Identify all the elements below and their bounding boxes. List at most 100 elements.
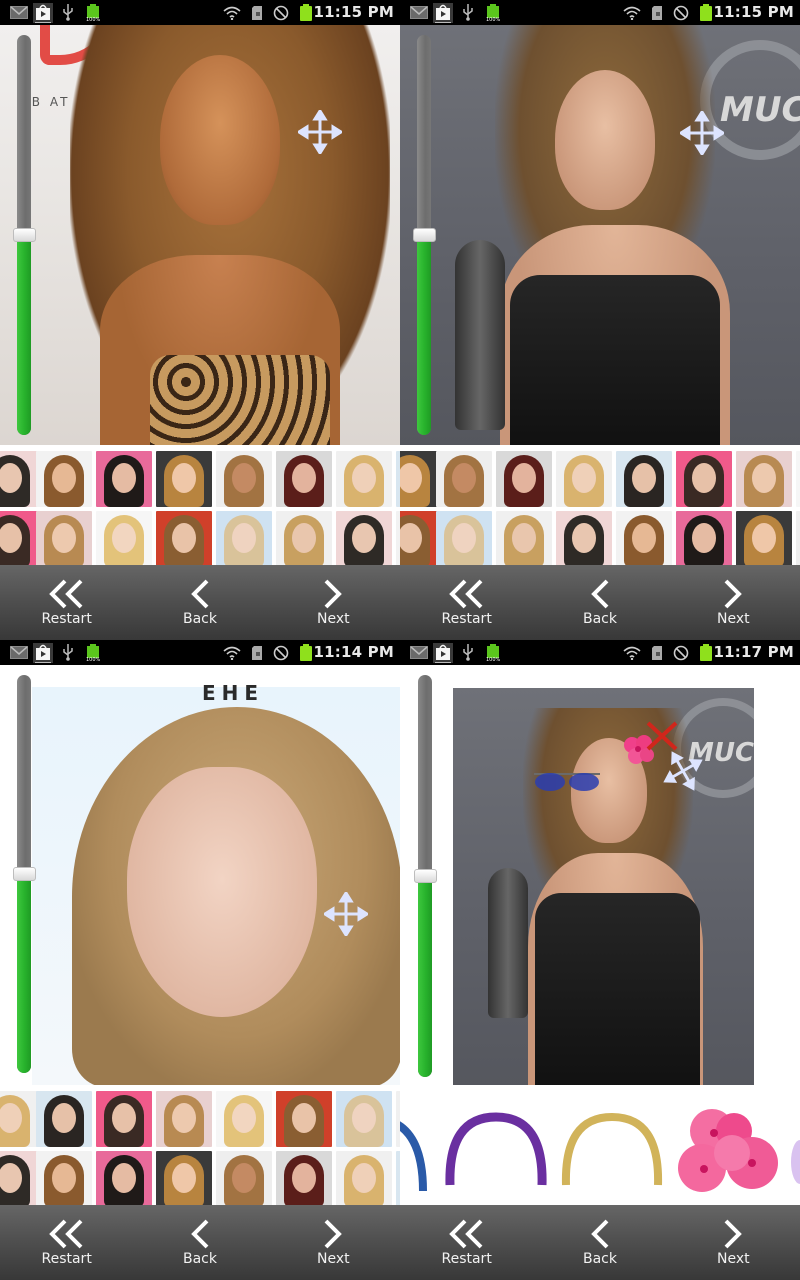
hairstyle-thumbnail[interactable] bbox=[216, 451, 272, 507]
no-sync-icon bbox=[673, 644, 689, 661]
next-button[interactable]: Next bbox=[678, 1205, 788, 1280]
hairstyle-thumbnail[interactable] bbox=[400, 511, 438, 565]
hairstyle-thumbnail-strip[interactable] bbox=[400, 445, 800, 565]
hairstyle-thumbnail[interactable] bbox=[796, 511, 800, 565]
hairstyle-thumbnail[interactable] bbox=[336, 1091, 392, 1147]
photo-canvas[interactable]: UB AT AR bbox=[0, 25, 400, 445]
photo-canvas[interactable]: EHE bbox=[0, 665, 400, 1085]
hairstyle-thumbnail[interactable] bbox=[736, 451, 792, 507]
hairstyle-thumbnail[interactable] bbox=[0, 511, 38, 565]
size-slider[interactable] bbox=[13, 675, 36, 1073]
slider-fill bbox=[418, 876, 432, 1077]
hairstyle-thumbnail-strip[interactable] bbox=[0, 1085, 400, 1205]
thumbnail-face bbox=[692, 523, 716, 553]
thumbnail-face bbox=[352, 523, 376, 553]
hairstyle-thumbnail[interactable] bbox=[36, 1091, 92, 1147]
move-arrows-icon[interactable] bbox=[298, 110, 342, 154]
back-button[interactable]: Back bbox=[145, 565, 255, 640]
photo-canvas[interactable]: MUC bbox=[400, 665, 800, 1085]
hairstyle-thumbnail[interactable] bbox=[616, 511, 672, 565]
hairstyle-thumbnail[interactable] bbox=[276, 451, 332, 507]
hairstyle-thumbnail[interactable] bbox=[36, 451, 92, 507]
move-arrows-icon[interactable] bbox=[662, 750, 704, 792]
restart-button[interactable]: Restart bbox=[12, 565, 122, 640]
next-button[interactable]: Next bbox=[278, 565, 388, 640]
chevron-right-icon bbox=[324, 579, 343, 609]
purple-headband-item[interactable] bbox=[444, 1111, 550, 1191]
restart-button[interactable]: Restart bbox=[412, 565, 522, 640]
hairstyle-thumbnail[interactable] bbox=[156, 1151, 212, 1205]
hairstyle-thumbnail[interactable] bbox=[156, 1091, 212, 1147]
hairstyle-thumbnail[interactable] bbox=[496, 451, 552, 507]
hairstyle-thumbnail-strip[interactable] bbox=[0, 445, 400, 565]
restart-button[interactable]: Restart bbox=[12, 1205, 122, 1280]
hairstyle-thumbnail[interactable] bbox=[216, 1091, 272, 1147]
hairstyle-thumbnail[interactable] bbox=[216, 1151, 272, 1205]
back-label: Back bbox=[182, 611, 217, 627]
restart-button[interactable]: Restart bbox=[412, 1205, 522, 1280]
wifi-icon bbox=[623, 4, 641, 21]
hairstyle-thumbnail[interactable] bbox=[796, 451, 800, 507]
hairstyle-thumbnail[interactable] bbox=[96, 451, 152, 507]
slider-thumb[interactable] bbox=[13, 228, 36, 242]
hairstyle-thumbnail[interactable] bbox=[556, 511, 612, 565]
thumbnail-face bbox=[172, 1163, 196, 1193]
accessory-strip[interactable] bbox=[400, 1085, 800, 1205]
size-slider[interactable] bbox=[414, 675, 437, 1077]
hairstyle-thumbnail[interactable] bbox=[96, 1151, 152, 1205]
hairstyle-thumbnail[interactable] bbox=[676, 511, 732, 565]
hairstyle-thumbnail[interactable] bbox=[336, 511, 392, 565]
size-slider[interactable] bbox=[13, 35, 36, 435]
hairstyle-thumbnail[interactable] bbox=[156, 451, 212, 507]
sd-card-icon bbox=[252, 644, 262, 661]
move-arrows-icon[interactable] bbox=[324, 892, 368, 936]
back-button[interactable]: Back bbox=[545, 565, 655, 640]
hairstyle-thumbnail[interactable] bbox=[276, 1151, 332, 1205]
thumbnail-face bbox=[512, 523, 536, 553]
sunglasses-overlay[interactable] bbox=[532, 770, 602, 794]
next-button[interactable]: Next bbox=[678, 565, 788, 640]
hairstyle-thumbnail[interactable] bbox=[0, 451, 38, 507]
hairstyle-thumbnail[interactable] bbox=[156, 511, 212, 565]
size-slider[interactable] bbox=[413, 35, 436, 435]
hairstyle-thumbnail[interactable] bbox=[96, 1091, 152, 1147]
thumbnail-face bbox=[172, 1103, 196, 1133]
hairstyle-thumbnail[interactable] bbox=[496, 511, 552, 565]
slider-thumb[interactable] bbox=[414, 869, 437, 883]
hairstyle-thumbnail[interactable] bbox=[0, 1091, 38, 1147]
hairstyle-thumbnail[interactable] bbox=[556, 451, 612, 507]
hairstyle-thumbnail[interactable] bbox=[276, 511, 332, 565]
back-button[interactable]: Back bbox=[145, 1205, 255, 1280]
slider-thumb[interactable] bbox=[413, 228, 436, 242]
back-label: Back bbox=[582, 1251, 617, 1267]
back-button[interactable]: Back bbox=[545, 1205, 655, 1280]
svg-text:100%: 100% bbox=[86, 657, 101, 661]
hairstyle-thumbnail[interactable] bbox=[436, 511, 492, 565]
delete-x-icon[interactable] bbox=[645, 720, 679, 752]
hairstyle-thumbnail[interactable] bbox=[336, 1151, 392, 1205]
hairstyle-thumbnail[interactable] bbox=[736, 511, 792, 565]
hairstyle-thumbnail[interactable] bbox=[436, 451, 492, 507]
blue-headband-item[interactable] bbox=[400, 1117, 435, 1197]
lavender-item[interactable] bbox=[788, 1137, 800, 1187]
slider-thumb[interactable] bbox=[13, 867, 36, 881]
hairstyle-thumbnail[interactable] bbox=[676, 451, 732, 507]
next-button[interactable]: Next bbox=[278, 1205, 388, 1280]
gold-headband-item[interactable] bbox=[560, 1111, 666, 1191]
double-chevron-left-icon bbox=[448, 579, 483, 609]
hairstyle-thumbnail[interactable] bbox=[216, 511, 272, 565]
status-bar: 100% 11:15 PM bbox=[0, 0, 400, 25]
screen-bottom-right: 100% 11:17 PM MUC Restart Back Next bbox=[400, 640, 800, 1280]
hairstyle-thumbnail[interactable] bbox=[336, 451, 392, 507]
thumbnail-face bbox=[232, 463, 256, 493]
pink-flower-item[interactable] bbox=[672, 1103, 784, 1201]
photo-canvas[interactable]: MUC bbox=[400, 25, 800, 445]
hairstyle-thumbnail[interactable] bbox=[616, 451, 672, 507]
hairstyle-thumbnail[interactable] bbox=[0, 1151, 38, 1205]
hairstyle-thumbnail[interactable] bbox=[36, 1151, 92, 1205]
hairstyle-thumbnail[interactable] bbox=[276, 1091, 332, 1147]
hairstyle-thumbnail[interactable] bbox=[96, 511, 152, 565]
hairstyle-thumbnail[interactable] bbox=[36, 511, 92, 565]
move-arrows-icon[interactable] bbox=[680, 111, 724, 155]
hairstyle-thumbnail[interactable] bbox=[400, 451, 438, 507]
